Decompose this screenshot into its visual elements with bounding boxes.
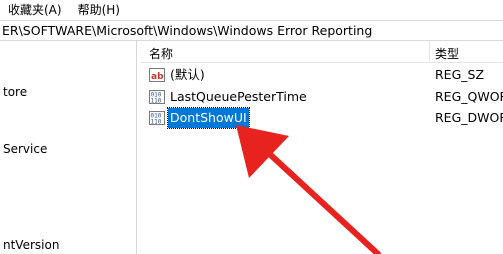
svg-text:ab: ab	[151, 72, 164, 82]
value-row-default[interactable]: ab (默认) REG_SZ	[141, 65, 503, 85]
menu-bar: 收藏夹(A) 帮助(H)	[0, 0, 503, 20]
tree-item-ntversion[interactable]: ntVersion	[3, 238, 59, 252]
value-row-lastqueuepestertime[interactable]: 010 110 LastQueuePesterTime REG_QWOR	[141, 87, 503, 107]
value-row-dontshowui[interactable]: 010 110 DontShowUI REG_DWOR	[141, 107, 503, 129]
tree-item-tore[interactable]: tore	[3, 85, 27, 99]
binary-value-icon: 010 110	[149, 110, 165, 126]
menu-favorites[interactable]: 收藏夹(A)	[0, 0, 70, 20]
value-type: REG_SZ	[435, 67, 485, 82]
binary-value-icon: 010 110	[149, 89, 165, 105]
list-header: 名称 类型	[141, 41, 503, 63]
menu-help[interactable]: 帮助(H)	[70, 0, 128, 20]
tree-item-service[interactable]: Service	[3, 142, 47, 156]
registry-tree: tore Service ntVersion	[0, 41, 136, 254]
address-path[interactable]: ER\SOFTWARE\Microsoft\Windows\Windows Er…	[2, 23, 372, 38]
string-value-icon: ab	[149, 67, 165, 83]
column-header-type[interactable]: 类型	[435, 45, 459, 62]
value-list: 名称 类型 ab (默认) REG_SZ 010 110 LastQueuePe…	[141, 41, 503, 254]
value-type: REG_DWOR	[435, 110, 503, 125]
value-name: LastQueuePesterTime	[170, 89, 307, 104]
column-header-name[interactable]: 名称	[149, 45, 173, 62]
value-name: DontShowUI	[167, 107, 250, 129]
address-bar[interactable]: ER\SOFTWARE\Microsoft\Windows\Windows Er…	[0, 20, 503, 41]
value-type: REG_QWOR	[435, 89, 503, 104]
svg-text:110: 110	[151, 98, 162, 105]
column-divider[interactable]	[429, 41, 430, 63]
value-name: (默认)	[170, 67, 205, 82]
svg-text:110: 110	[151, 119, 162, 126]
